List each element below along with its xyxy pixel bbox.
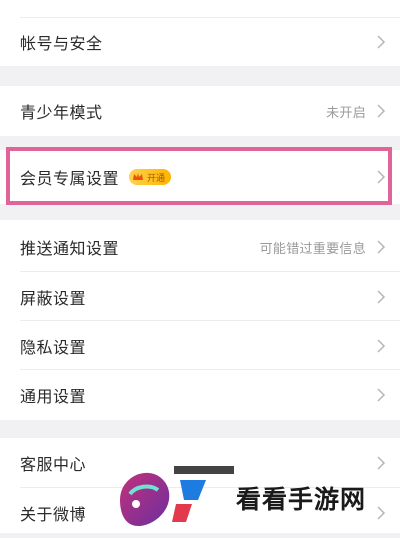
settings-group-account: 帐号与安全 [0, 0, 400, 66]
general-settings-row[interactable]: 通用设置 [0, 370, 400, 420]
vip-badge-text: 开通 [147, 173, 166, 184]
account-security-row[interactable]: 帐号与安全 [0, 17, 400, 67]
block-settings-label: 屏蔽设置 [20, 289, 87, 308]
chevron-right-icon [377, 240, 386, 254]
watermark-logo-icon [120, 466, 234, 527]
chevron-right-icon [377, 170, 386, 184]
chevron-right-icon [377, 104, 386, 118]
privacy-settings-row[interactable]: 隐私设置 [0, 321, 400, 371]
block-settings-row[interactable]: 屏蔽设置 [0, 272, 400, 322]
privacy-settings-label: 隐私设置 [20, 338, 87, 357]
chevron-right-icon [377, 290, 386, 304]
section-gap [0, 136, 400, 150]
watermark: 看看手游网 [110, 460, 400, 533]
chevron-right-icon [377, 35, 386, 49]
account-security-label: 帐号与安全 [20, 34, 103, 53]
chevron-right-icon [377, 339, 386, 353]
push-settings-status: 可能错过重要信息 [259, 241, 366, 257]
watermark-text: 看看手游网 [236, 485, 367, 514]
settings-group-modes: 青少年模式 未开启 会员专属设置 开通 [0, 86, 400, 204]
general-settings-label: 通用设置 [20, 387, 87, 406]
about-label: 关于微博 [20, 505, 87, 524]
crown-icon [133, 173, 144, 180]
push-settings-row[interactable]: 推送通知设置 可能错过重要信息 [0, 222, 400, 272]
customer-service-label: 客服中心 [20, 455, 87, 474]
youth-mode-row[interactable]: 青少年模式 未开启 [0, 86, 400, 136]
vip-settings-label: 会员专属设置 [20, 169, 120, 188]
chevron-right-icon [377, 388, 386, 402]
vip-badge[interactable]: 开通 [129, 169, 172, 185]
push-settings-label: 推送通知设置 [20, 239, 120, 258]
settings-group-general: 推送通知设置 可能错过重要信息 屏蔽设置 隐私设置 通用设置 [0, 220, 400, 420]
youth-mode-status: 未开启 [326, 105, 366, 121]
youth-mode-label: 青少年模式 [20, 103, 103, 122]
vip-settings-row[interactable]: 会员专属设置 开通 [0, 152, 400, 202]
